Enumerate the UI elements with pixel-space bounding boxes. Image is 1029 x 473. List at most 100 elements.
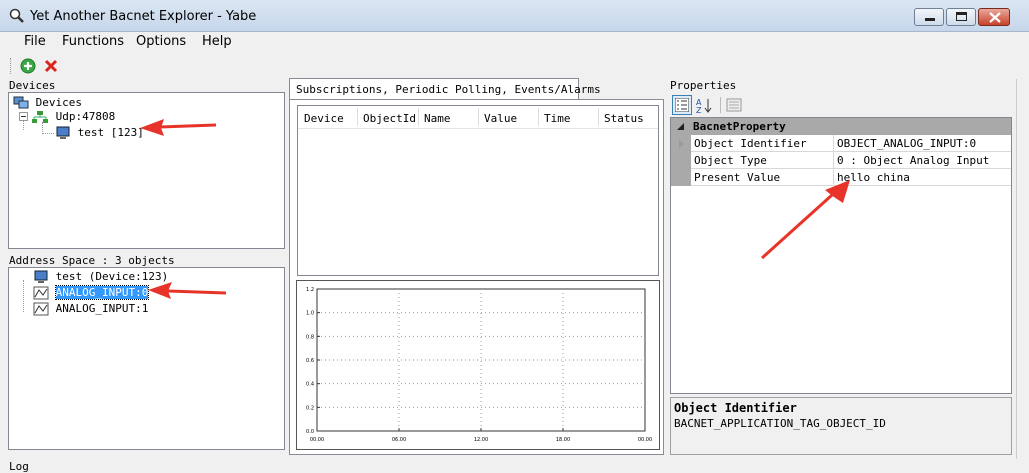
list-header: Device ObjectId Name Value Time Status: [298, 106, 658, 129]
column-divider: [538, 108, 539, 126]
add-device-icon[interactable]: [20, 58, 36, 74]
title-bar: Yet Another Bacnet Explorer - Yabe: [0, 0, 1029, 32]
menu-functions[interactable]: Functions: [60, 34, 126, 49]
property-name: Present Value: [694, 171, 781, 184]
subscriptions-tab-panel: Device ObjectId Name Value Time Status 1…: [289, 99, 664, 455]
address-item-label: ANALOG_INPUT:1: [55, 302, 149, 315]
address-space-tree[interactable]: test (Device:123) ANALOG_INPUT:0 ANALOG_…: [8, 267, 285, 450]
collapse-toggle[interactable]: [19, 112, 28, 121]
address-space-label: Address Space : 3 objects: [9, 254, 175, 267]
column-header-name[interactable]: Name: [424, 112, 451, 125]
address-item-label: test (Device:123): [55, 270, 169, 283]
menu-help[interactable]: Help: [200, 34, 234, 49]
x-tick-label: 00.00: [638, 437, 652, 443]
toolbar-grip: [10, 58, 11, 74]
y-tick-label: 0.0: [306, 429, 314, 435]
right-edge-splitter: [1016, 79, 1029, 459]
alphabetical-sort-icon[interactable]: A Z: [696, 97, 714, 113]
property-row-present-value[interactable]: Present Value hello china: [691, 169, 1011, 186]
svg-text:Z: Z: [696, 106, 702, 113]
properties-label: Properties: [670, 79, 737, 92]
column-header-status[interactable]: Status: [604, 112, 644, 125]
minimize-button[interactable]: [914, 8, 944, 26]
property-description-panel: Object Identifier BACNET_APPLICATION_TAG…: [670, 397, 1012, 455]
x-tick-label: 12.00: [474, 437, 488, 443]
address-item-analog-input-1[interactable]: ANALOG_INPUT:1: [33, 301, 148, 317]
network-computers-icon: [13, 96, 29, 109]
column-header-device[interactable]: Device: [304, 112, 344, 125]
computer-icon: [56, 126, 70, 139]
column-header-value[interactable]: Value: [484, 112, 517, 125]
devices-tree[interactable]: Devices Udp:47808 test [123]: [8, 92, 285, 249]
tree-connector: [23, 280, 24, 312]
property-row-object-type[interactable]: Object Type 0 : Object Analog Input: [691, 152, 1011, 169]
y-tick-label: 0.2: [306, 405, 314, 411]
x-tick-label: 18.00: [556, 437, 570, 443]
property-value[interactable]: OBJECT_ANALOG_INPUT:0: [837, 137, 976, 150]
tree-connector: [42, 122, 54, 134]
menu-file[interactable]: File: [22, 34, 48, 49]
analog-input-icon: [33, 286, 49, 300]
column-divider: [598, 108, 599, 126]
remove-device-icon[interactable]: [43, 58, 59, 74]
maximize-icon: [956, 12, 967, 21]
category-label: BacnetProperty: [693, 120, 786, 133]
property-name: Object Identifier: [694, 137, 807, 150]
property-value[interactable]: 0 : Object Analog Input: [837, 154, 989, 167]
address-item-label-selected: ANALOG_INPUT:0: [54, 285, 150, 300]
category-header[interactable]: BacnetProperty: [671, 118, 1011, 135]
y-tick-label: 0.8: [306, 334, 314, 340]
close-icon: [989, 12, 1001, 23]
x-tick-label: 06.00: [392, 437, 406, 443]
subscriptions-list[interactable]: Device ObjectId Name Value Time Status: [297, 105, 659, 276]
minimize-icon: [925, 18, 935, 21]
column-divider: [478, 108, 479, 126]
grid-divider: [833, 152, 834, 169]
column-divider: [357, 108, 358, 126]
magnifier-app-icon: [9, 8, 24, 23]
column-divider: [418, 108, 419, 126]
y-tick-label: 0.4: [306, 382, 314, 388]
tree-node-device-test[interactable]: test [123]: [55, 125, 144, 141]
toolbar: [0, 55, 1029, 79]
description-title: Object Identifier: [674, 401, 797, 415]
grid-divider: [833, 135, 834, 152]
property-name: Object Type: [694, 154, 767, 167]
trend-chart-svg: 1.2 1.0 0.8 0.6 0.4 0.2 0.0 00.00 06.00 12.00 18.0…: [306, 287, 652, 443]
grid-divider: [833, 169, 834, 186]
property-row-object-identifier[interactable]: Object Identifier OBJECT_ANALOG_INPUT:0: [679, 135, 1011, 152]
address-item-device[interactable]: test (Device:123): [33, 269, 168, 285]
address-item-analog-input-0[interactable]: ANALOG_INPUT:0: [33, 285, 150, 301]
y-tick-label: 1.2: [306, 287, 314, 293]
tab-subscriptions[interactable]: Subscriptions, Periodic Polling, Events/…: [289, 78, 601, 100]
property-value[interactable]: hello china: [837, 171, 910, 184]
tree-connector: [23, 121, 24, 130]
properties-toolbar: A Z: [670, 93, 1012, 117]
toolbar-separator: [720, 97, 721, 113]
tree-label-udp: Udp:47808: [55, 110, 116, 123]
window-title: Yet Another Bacnet Explorer - Yabe: [30, 9, 257, 24]
analog-input-icon: [33, 302, 49, 316]
column-header-time[interactable]: Time: [544, 112, 571, 125]
tree-label-device: test [123]: [77, 126, 144, 139]
tree-label-devices: Devices: [35, 96, 82, 109]
y-tick-label: 0.6: [306, 358, 314, 364]
column-header-objectid[interactable]: ObjectId: [363, 112, 416, 125]
tab-subscriptions-label: Subscriptions, Periodic Polling, Events/…: [296, 83, 601, 96]
devices-label: Devices: [9, 79, 56, 92]
property-grid[interactable]: BacnetProperty Object Identifier OBJECT_…: [670, 117, 1012, 394]
y-tick-label: 1.0: [306, 311, 314, 317]
menu-options[interactable]: Options: [134, 34, 188, 49]
trend-chart: 1.2 1.0 0.8 0.6 0.4 0.2 0.0 00.00 06.00 12.00 18.0…: [296, 280, 660, 450]
maximize-button[interactable]: [946, 8, 976, 26]
computer-icon: [34, 270, 48, 283]
description-text: BACNET_APPLICATION_TAG_OBJECT_ID: [674, 417, 886, 430]
collapse-triangle-icon: [677, 123, 684, 130]
close-button[interactable]: [978, 8, 1010, 26]
categorized-icon: [675, 98, 689, 112]
row-expand-icon: [679, 140, 684, 148]
menu-bar: File Functions Options Help: [0, 32, 1029, 54]
property-pages-icon[interactable]: [726, 97, 742, 113]
log-label: Log: [9, 460, 29, 473]
categorized-button[interactable]: [672, 95, 692, 115]
